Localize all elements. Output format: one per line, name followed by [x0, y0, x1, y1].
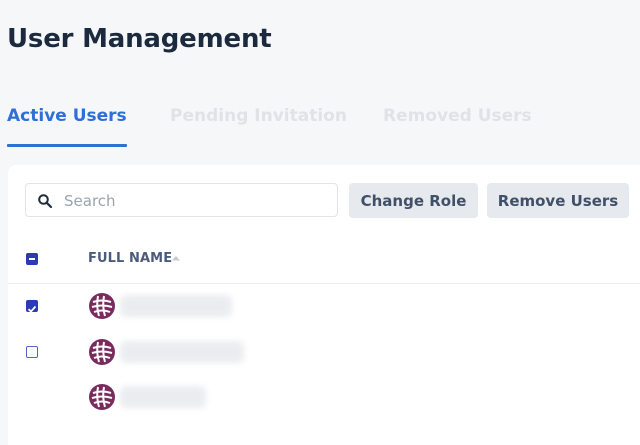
tab-pending-invitation[interactable]: Pending Invitation — [170, 106, 347, 126]
tab-label: Active Users — [7, 106, 127, 126]
tab-active-users[interactable]: Active Users — [7, 106, 127, 147]
search-box[interactable] — [25, 183, 338, 217]
row-checkbox[interactable] — [26, 346, 38, 358]
user-full-name — [120, 341, 244, 363]
row-checkbox[interactable] — [26, 300, 38, 313]
avatar — [89, 293, 115, 319]
avatar — [89, 384, 115, 410]
page-title: User Management — [7, 24, 272, 54]
avatar — [89, 339, 115, 365]
remove-users-button[interactable]: Remove Users — [487, 183, 629, 218]
sort-ascending-icon[interactable] — [171, 255, 181, 261]
checkmark-icon — [27, 305, 37, 313]
tab-label: Pending Invitation — [170, 106, 347, 126]
column-header-full-name[interactable]: FULL NAME — [88, 251, 172, 266]
change-role-button[interactable]: Change Role — [349, 183, 478, 218]
search-icon — [38, 194, 53, 209]
tab-label: Removed Users — [383, 106, 532, 126]
user-full-name — [120, 295, 232, 317]
search-input[interactable] — [62, 185, 336, 217]
active-tab-underline — [7, 144, 127, 147]
tab-removed-users[interactable]: Removed Users — [383, 106, 532, 126]
select-all-checkbox[interactable] — [26, 253, 38, 265]
user-full-name — [120, 386, 206, 408]
